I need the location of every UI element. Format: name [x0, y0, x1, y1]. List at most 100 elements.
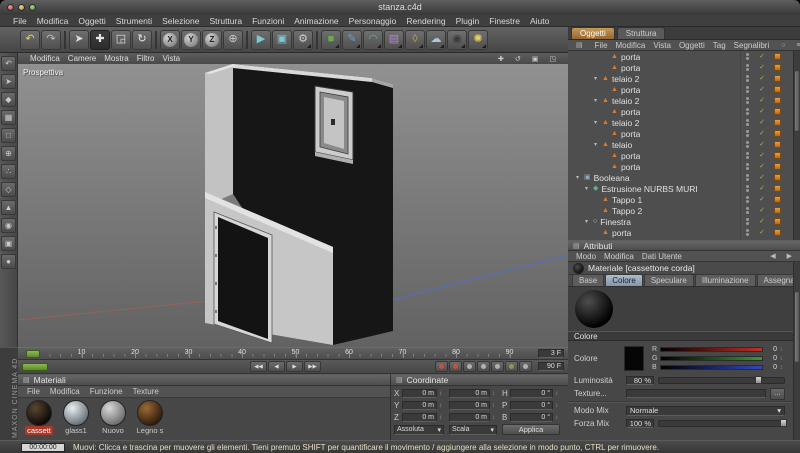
tree-row-booleana[interactable]: ▾ ▣ Booleana ✓: [568, 172, 793, 183]
attr-tab-speculare[interactable]: Speculare: [643, 274, 694, 286]
material-preview-sphere[interactable]: [575, 290, 613, 328]
current-frame-field[interactable]: 3 F: [538, 349, 564, 358]
coord-position-field[interactable]: 0 m: [402, 401, 437, 410]
menu-modifica[interactable]: Modifica: [32, 16, 74, 26]
visibility-dots-icon[interactable]: [746, 229, 749, 232]
close-button[interactable]: [7, 4, 14, 11]
texture-tag-icon[interactable]: [774, 218, 781, 225]
om-menu-segnalibri[interactable]: Segnalibri: [730, 41, 774, 50]
texture-tag-icon[interactable]: [774, 53, 781, 60]
next-frame-button[interactable]: ▶▶: [304, 361, 321, 372]
enabled-check-icon[interactable]: ✓: [759, 128, 765, 139]
history-forward-icon[interactable]: ▶: [783, 252, 796, 260]
menu-funzioni[interactable]: Funzioni: [247, 16, 289, 26]
texture-tag-icon[interactable]: [774, 207, 781, 214]
visibility-dots-icon[interactable]: [746, 75, 749, 78]
go-to-start-button[interactable]: ◀◀: [250, 361, 267, 372]
coord-position-field[interactable]: 0 m: [402, 389, 437, 398]
material-item-nuovo[interactable]: Nuovo: [98, 400, 128, 435]
tree-row-porta[interactable]: ▲ porta ✓: [568, 128, 793, 139]
coord-size-field[interactable]: 0 m: [449, 401, 490, 410]
enabled-check-icon[interactable]: ✓: [759, 194, 765, 205]
expand-arrow-icon[interactable]: ▾: [585, 185, 593, 192]
channel-slider[interactable]: [660, 365, 763, 370]
viewport-canvas[interactable]: [17, 64, 569, 347]
timeline-range-slider[interactable]: [22, 363, 48, 371]
visibility-dots-icon[interactable]: [746, 152, 749, 155]
live-selection-button[interactable]: ➤: [69, 29, 89, 50]
menu-personaggio[interactable]: Personaggio: [344, 16, 402, 26]
animation-mode-button[interactable]: ◉: [1, 218, 16, 233]
texture-tag-icon[interactable]: [774, 97, 781, 104]
texture-mode-button[interactable]: ▦: [1, 110, 16, 125]
texture-tag-icon[interactable]: [774, 174, 781, 181]
texture-tag-icon[interactable]: [774, 196, 781, 203]
render-settings-button[interactable]: ⚙: [293, 29, 313, 50]
position-mode-dropdown[interactable]: Assoluta ▾: [394, 424, 444, 435]
texture-tag-icon[interactable]: [774, 141, 781, 148]
tree-row-porta[interactable]: ▲ porta ✓: [568, 161, 793, 172]
add-cube-button[interactable]: ■: [321, 29, 341, 50]
mix-strength-value-field[interactable]: 100 %: [626, 419, 654, 428]
material-thumbnail[interactable]: [63, 400, 89, 426]
tree-row-tappo-2[interactable]: ▲ Tappo 2 ✓: [568, 205, 793, 216]
material-thumbnail[interactable]: [137, 400, 163, 426]
current-frame-marker[interactable]: [26, 350, 40, 358]
add-array-button[interactable]: ▤: [384, 29, 404, 50]
viewport-3d[interactable]: Modifica Camere Mostra Filtro Vista ✚ ↺ ▣ ◳: [17, 53, 569, 347]
texture-tag-icon[interactable]: [774, 108, 781, 115]
title-bar[interactable]: stanza.c4d: [0, 0, 800, 16]
add-spline-button[interactable]: ✎: [342, 29, 362, 50]
visibility-dots-icon[interactable]: [746, 174, 749, 177]
tree-row-porta[interactable]: ▲ porta ✓: [568, 106, 793, 117]
menu-aiuto[interactable]: Aiuto: [525, 16, 554, 26]
visibility-dots-icon[interactable]: [746, 130, 749, 133]
texture-tag-icon[interactable]: [774, 130, 781, 137]
texture-tag-icon[interactable]: [774, 185, 781, 192]
visibility-dots-icon[interactable]: [746, 86, 749, 89]
coord-rotation-field[interactable]: 0 °: [510, 413, 553, 422]
rotate-view-icon[interactable]: ↺: [511, 55, 525, 63]
enabled-check-icon[interactable]: ✓: [759, 117, 765, 128]
tree-row-estrusione-nurbs-muri[interactable]: ▾ ◆ Estrusione NURBS MURI ✓: [568, 183, 793, 194]
channel-stepper-icon[interactable]: ↕: [777, 347, 785, 353]
redo-button[interactable]: ↷: [41, 29, 61, 50]
expand-arrow-icon[interactable]: ▾: [576, 174, 584, 181]
expand-arrow-icon[interactable]: ▾: [594, 141, 602, 148]
coord-rotation-field[interactable]: 0 °: [510, 401, 553, 410]
search-icon[interactable]: ○: [777, 42, 789, 49]
viewport-view-label[interactable]: Prospettiva: [23, 68, 63, 77]
stepper-icon[interactable]: ↕: [490, 415, 497, 421]
viewport-menu-modifica[interactable]: Modifica: [26, 54, 64, 63]
menu-oggetti[interactable]: Oggetti: [73, 16, 110, 26]
enabled-check-icon[interactable]: ✓: [759, 205, 765, 216]
object-tree-scrollbar[interactable]: [793, 51, 800, 240]
channel-stepper-icon[interactable]: ↕: [777, 365, 785, 371]
texture-tag-icon[interactable]: [774, 119, 781, 126]
rotate-button[interactable]: ↻: [132, 29, 152, 50]
menu-finestre[interactable]: Finestre: [484, 16, 525, 26]
panel-menu-icon[interactable]: ▤: [396, 376, 403, 384]
mat-menu-modifica[interactable]: Modifica: [45, 387, 85, 396]
texture-field[interactable]: [626, 389, 766, 398]
expand-arrow-icon[interactable]: ▾: [594, 119, 602, 126]
om-menu-tag[interactable]: Tag: [709, 41, 730, 50]
enabled-check-icon[interactable]: ✓: [759, 227, 765, 238]
autokey-button[interactable]: [449, 361, 462, 372]
menu-selezione[interactable]: Selezione: [157, 16, 204, 26]
add-camera-button[interactable]: ◉: [447, 29, 467, 50]
minimize-button[interactable]: [18, 4, 25, 11]
texture-axis-mode-button[interactable]: ▣: [1, 236, 16, 251]
timeline-ruler[interactable]: 3 F 102030405060708090: [18, 347, 568, 360]
attr-tab-illuminazione[interactable]: Illuminazione: [694, 274, 756, 286]
filter-icon[interactable]: ≡: [792, 42, 800, 49]
viewport-menu-filtro[interactable]: Filtro: [133, 54, 159, 63]
mix-mode-dropdown[interactable]: Normale ▾: [626, 405, 785, 416]
menu-file[interactable]: File: [8, 16, 32, 26]
visibility-dots-icon[interactable]: [746, 207, 749, 210]
coord-size-field[interactable]: 0 m: [449, 389, 490, 398]
attr-tab-base[interactable]: Base: [572, 274, 605, 286]
enabled-check-icon[interactable]: ✓: [759, 51, 765, 62]
texture-tag-icon[interactable]: [774, 163, 781, 170]
stepper-icon[interactable]: ↕: [437, 403, 444, 409]
